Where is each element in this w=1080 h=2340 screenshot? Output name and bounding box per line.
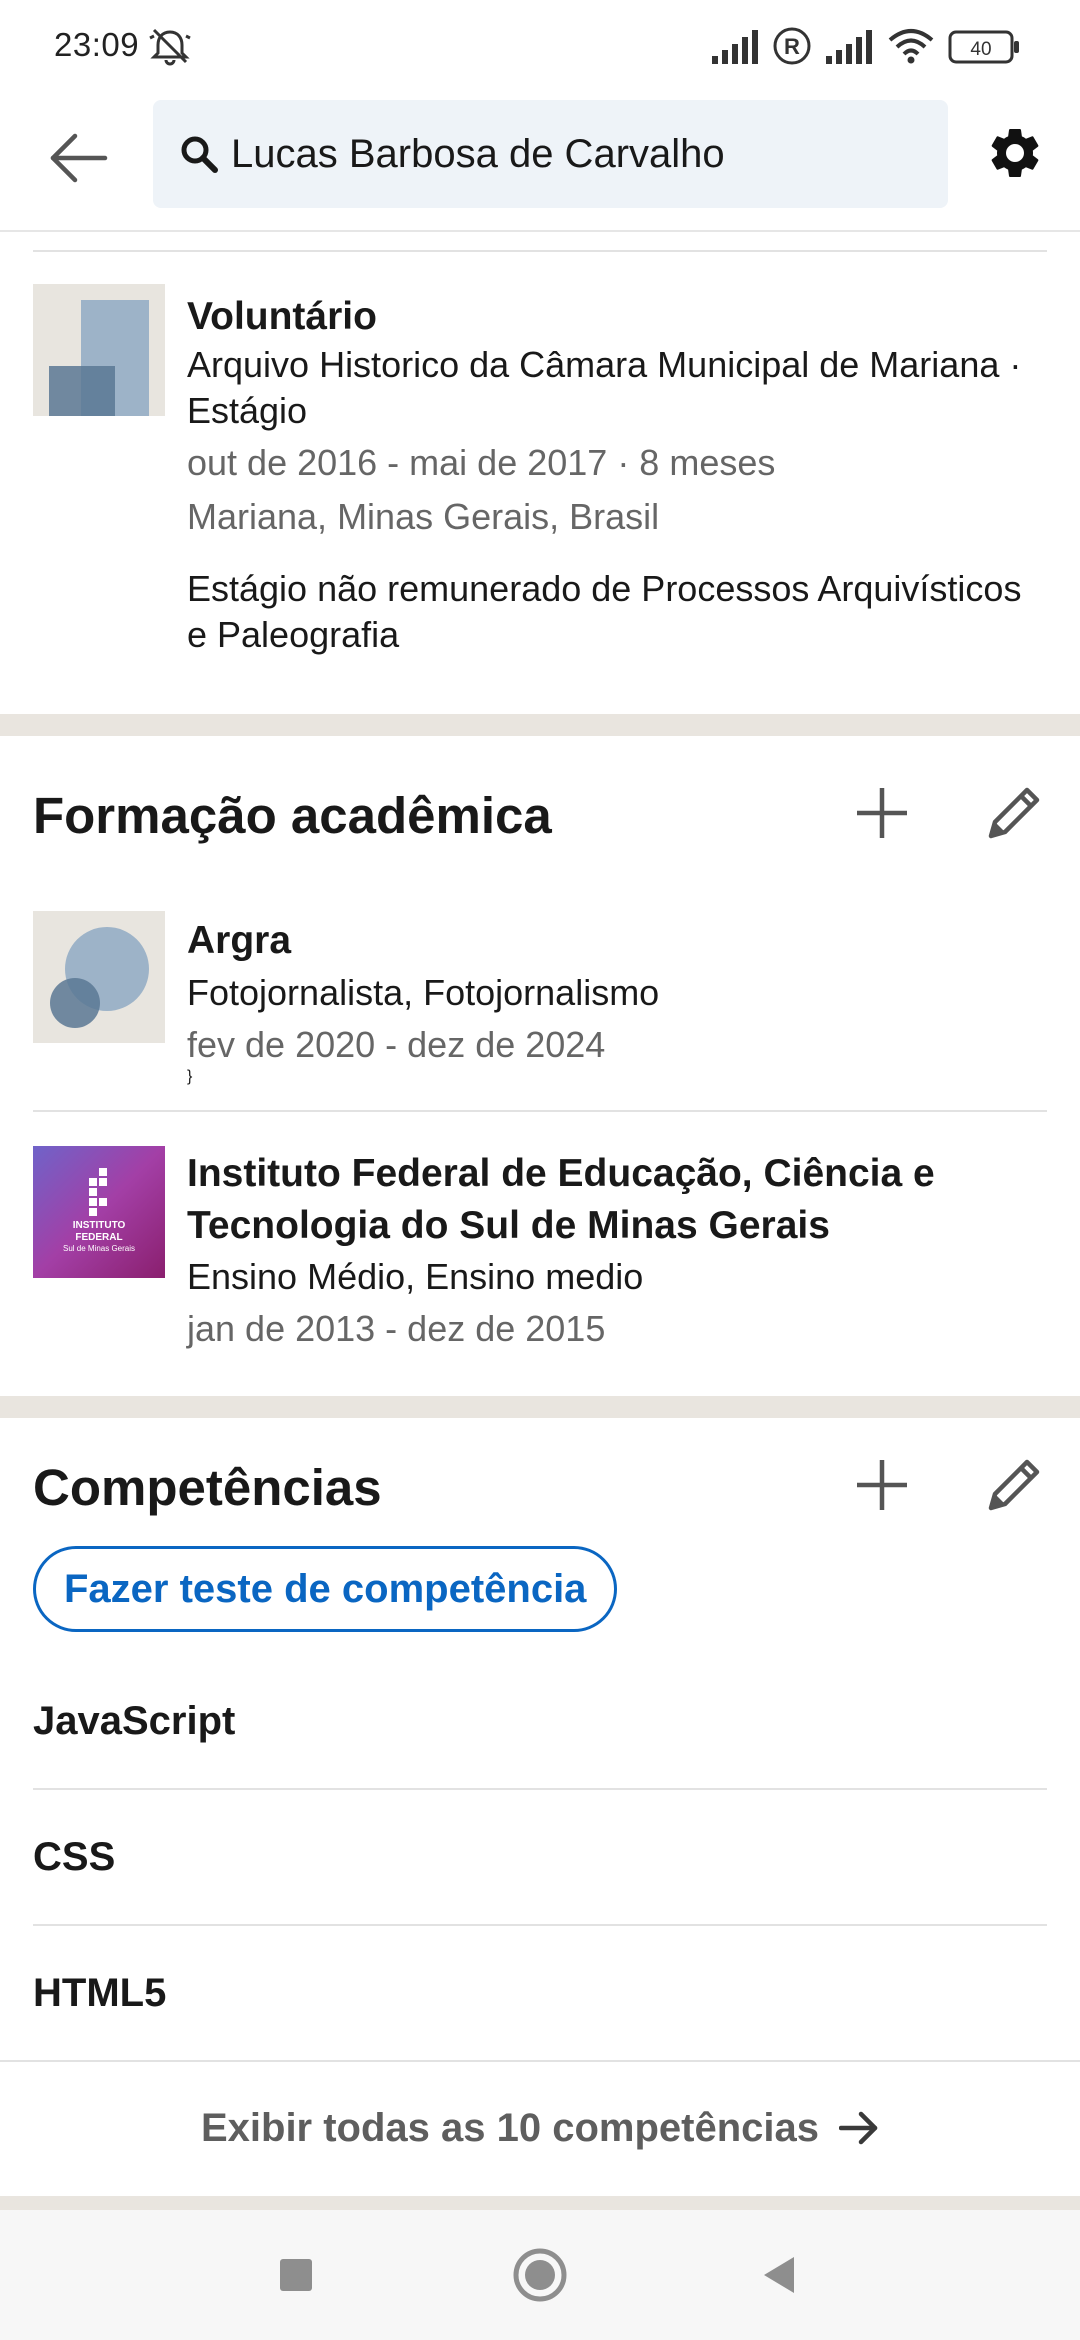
school-name: Instituto Federal de Educação, Ciência e… <box>187 1152 935 1247</box>
signal-icon <box>712 30 760 69</box>
if-logo-icon <box>33 1146 165 1278</box>
battery-level: 40 <box>970 39 991 60</box>
section-gap <box>0 2196 1080 2210</box>
skill-item[interactable]: JavaScript <box>33 1654 1047 1788</box>
logo-text: FEDERAL <box>75 1232 123 1243</box>
divider <box>33 250 1047 252</box>
plus-icon <box>857 1460 907 1510</box>
education-section: Formação acadêmica Argra Fotojornalista,… <box>0 736 1080 1396</box>
school-degree: Fotojornalista, Fotojornalismo <box>187 972 660 1013</box>
arrow-left-icon <box>50 133 108 183</box>
school-name: Argra <box>187 919 292 962</box>
section-title: Formação acadêmica <box>33 787 552 844</box>
skills-section: Competências Fazer teste de competência … <box>0 1418 1080 2196</box>
square-icon <box>280 2259 312 2291</box>
screen: 23:09 R 40 Lucas Barbosa de Carvalho Vol… <box>0 0 1080 2340</box>
entry-title: Voluntário <box>187 295 377 338</box>
gear-icon <box>991 128 1039 177</box>
search-input[interactable]: Lucas Barbosa de Carvalho <box>153 100 948 208</box>
entry-organization: Arquivo Historico da Câmara Municipal de… <box>187 344 1022 431</box>
edit-skills-button[interactable] <box>979 1450 1049 1520</box>
dnd-off-icon <box>148 26 192 71</box>
experience-entry[interactable]: Voluntário Arquivo Historico da Câmara M… <box>187 292 1047 658</box>
wifi-icon <box>888 28 934 69</box>
recents-button[interactable] <box>261 2240 331 2310</box>
school-dates: fev de 2020 - dez de 2024 <box>187 1024 606 1065</box>
status-bar: 23:09 R 40 <box>0 0 1080 92</box>
entry-location: Mariana, Minas Gerais, Brasil <box>187 496 660 537</box>
school-logo[interactable]: INSTITUTO FEDERAL Sul de Minas Gerais <box>33 1146 165 1278</box>
pencil-icon <box>988 1459 1040 1511</box>
arrow-right-icon <box>839 2111 878 2145</box>
app-bar: Lucas Barbosa de Carvalho <box>0 92 1080 232</box>
school-dates: jan de 2013 - dez de 2015 <box>187 1308 606 1349</box>
home-button[interactable] <box>505 2240 575 2310</box>
pencil-icon <box>988 787 1040 839</box>
education-entry[interactable]: Instituto Federal de Educação, Ciência e… <box>187 1148 1047 1352</box>
battery-icon: 40 <box>948 30 1020 69</box>
section-title: Competências <box>33 1459 382 1516</box>
entry-description: Estágio não remunerado de Processos Arqu… <box>187 568 1022 655</box>
status-time: 23:09 <box>54 26 140 63</box>
back-nav-button[interactable] <box>745 2240 815 2310</box>
experience-section: Voluntário Arquivo Historico da Câmara M… <box>0 232 1080 714</box>
logo-text: Sul de Minas Gerais <box>62 1244 136 1253</box>
education-entry[interactable]: Argra Fotojornalista, Fotojornalismo fev… <box>187 916 1047 1086</box>
section-gap <box>0 714 1080 736</box>
edit-education-button[interactable] <box>979 778 1049 848</box>
signal-icon <box>826 30 874 69</box>
navigation-bar <box>0 2210 1080 2340</box>
entry-dates: out de 2016 - mai de 2017 · 8 meses <box>187 442 776 483</box>
add-education-button[interactable] <box>847 778 917 848</box>
skill-assessment-button[interactable]: Fazer teste de competência <box>33 1546 618 1632</box>
plus-icon <box>857 788 907 838</box>
section-gap <box>0 1396 1080 1418</box>
divider <box>33 1110 1047 1112</box>
back-button[interactable] <box>38 118 118 198</box>
school-logo[interactable] <box>33 911 165 1043</box>
home-circle-icon <box>513 2248 567 2302</box>
skill-item[interactable]: CSS <box>33 1790 1047 1924</box>
logo-text: INSTITUTO <box>72 1220 126 1231</box>
settings-button[interactable] <box>978 116 1052 190</box>
add-skill-button[interactable] <box>847 1450 917 1520</box>
show-all-skills-button[interactable]: Exibir todas as 10 competências <box>0 2062 1080 2194</box>
school-degree: Ensino Médio, Ensino medio <box>187 1256 644 1297</box>
search-value: Lucas Barbosa de Carvalho <box>231 131 725 176</box>
show-all-label: Exibir todas as 10 competências <box>200 2105 820 2150</box>
company-logo[interactable] <box>33 284 165 416</box>
triangle-back-icon <box>764 2257 794 2293</box>
building-placeholder-icon <box>33 284 165 416</box>
search-icon <box>177 132 221 176</box>
school-placeholder-icon <box>33 911 165 1043</box>
skill-item[interactable]: HTML5 <box>33 1926 1047 2060</box>
roaming-icon: R <box>772 26 812 71</box>
svg-text:R: R <box>784 34 800 59</box>
